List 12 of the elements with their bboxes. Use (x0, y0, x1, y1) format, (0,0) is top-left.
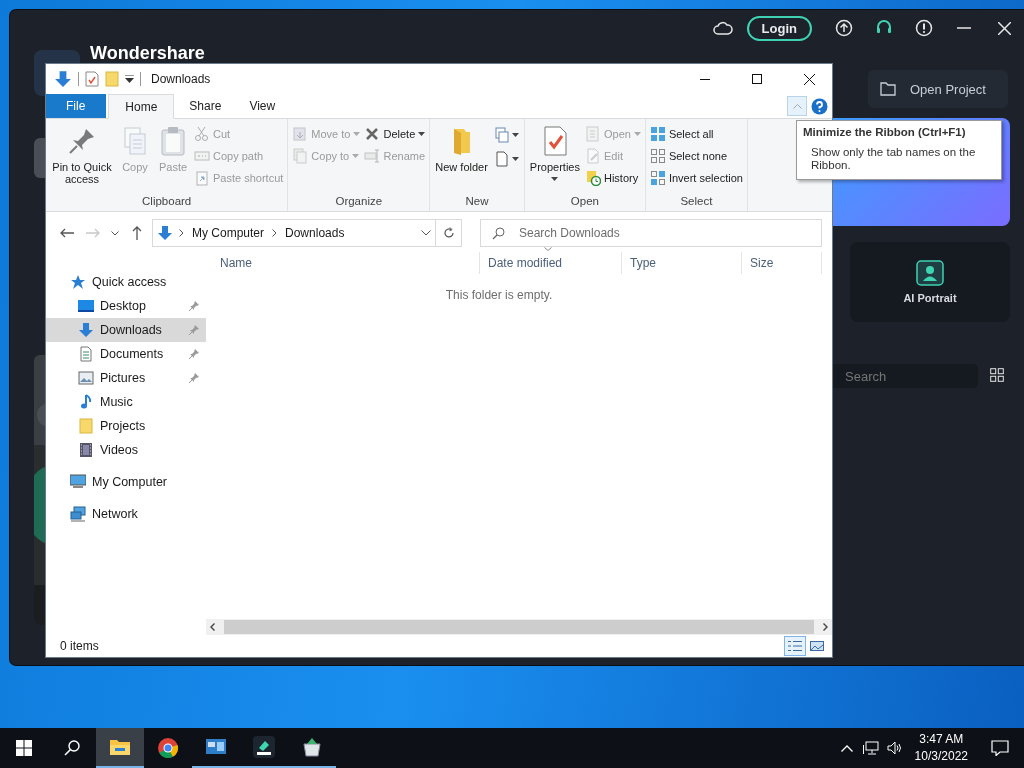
tooltip-text: Show only the tab names on the Ribbon. (811, 146, 977, 172)
group-label: Organize (334, 195, 384, 209)
group-label: Select (679, 195, 714, 209)
card-label: AI Portrait (903, 292, 957, 304)
window-title: Downloads (151, 72, 212, 86)
empty-folder-message: This folder is empty. (445, 288, 553, 302)
group-label: New (464, 195, 490, 209)
group-label: Clipboard (141, 195, 193, 209)
item-count: 0 items (60, 639, 99, 653)
group-label: Open (569, 195, 600, 209)
tooltip-title: Minimize the Ribbon (Ctrl+F1) (803, 126, 967, 138)
brand-name: Wondershare (90, 44, 205, 63)
